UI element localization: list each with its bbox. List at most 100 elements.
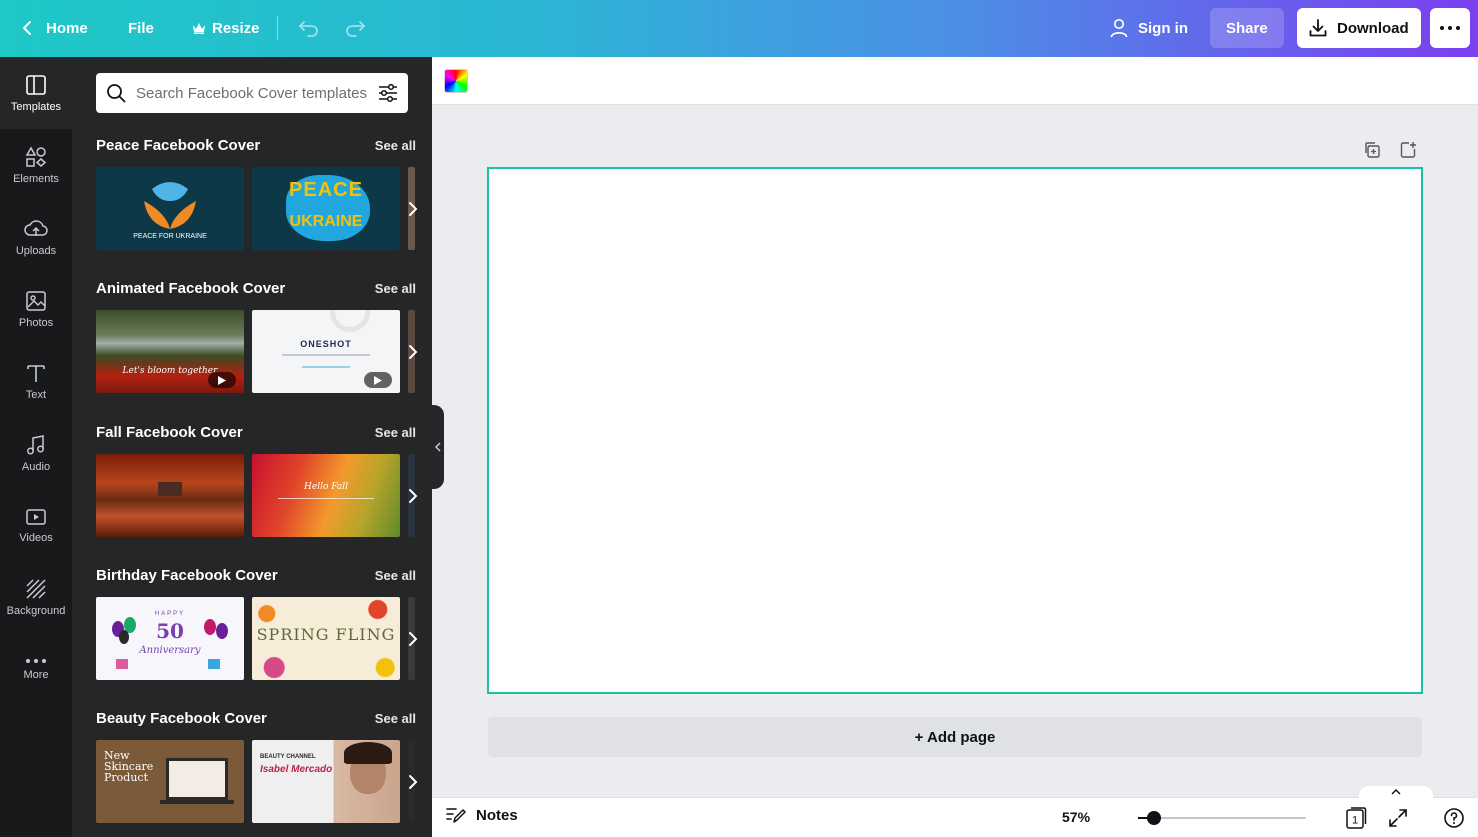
home-label: Home [46, 19, 88, 37]
rail-label: Audio [21, 460, 51, 473]
rail-item-elements[interactable]: Elements [0, 129, 72, 201]
rail-item-videos[interactable]: Videos [0, 489, 72, 561]
videos-icon [26, 508, 46, 525]
template-thumbnail[interactable]: Hello Fall [252, 454, 400, 537]
template-thumbnail[interactable] [96, 454, 244, 537]
chevron-up-icon [1391, 789, 1401, 795]
see-all-link[interactable]: See all [375, 568, 416, 583]
thumbnail-caption: UKRAINE [289, 213, 363, 230]
carousel-next-button[interactable] [401, 192, 425, 226]
see-all-link[interactable]: See all [375, 281, 416, 296]
rail-item-uploads[interactable]: Uploads [0, 201, 72, 273]
zoom-slider[interactable] [1138, 811, 1306, 825]
ellipsis-icon [1440, 26, 1460, 30]
add-page-button[interactable]: + Add page [488, 717, 1422, 757]
template-thumbnail[interactable]: ONESHOT [252, 310, 400, 393]
video-play-badge [364, 372, 392, 388]
see-all-link[interactable]: See all [375, 425, 416, 440]
resize-button[interactable]: Resize [182, 8, 270, 48]
redo-icon [346, 21, 365, 37]
design-canvas[interactable] [487, 167, 1423, 694]
laptop-shape [166, 758, 228, 800]
bottom-bar: Notes 57% 1 [432, 786, 1478, 837]
thumbnail-caption: Hello Fall [304, 482, 348, 492]
zoom-percentage[interactable]: 57% [1062, 809, 1090, 825]
share-button[interactable]: Share [1210, 8, 1284, 48]
thumbnail-caption: Isabel Mercado [260, 764, 333, 775]
template-thumbnail[interactable]: PEACE FOR UKRAINE [96, 167, 244, 250]
help-button[interactable] [1442, 806, 1466, 835]
chevron-right-icon [409, 775, 418, 789]
resize-label: Resize [212, 19, 260, 37]
template-thumbnail[interactable]: Let's bloom together [96, 310, 244, 393]
filter-icon[interactable] [378, 84, 398, 102]
more-options-button[interactable] [1430, 8, 1470, 48]
page-count-button[interactable]: 1 [1344, 806, 1368, 835]
crown-icon [193, 23, 205, 34]
carousel-next-button[interactable] [401, 622, 425, 656]
download-button[interactable]: Download [1297, 8, 1421, 48]
add-page-label: + Add page [914, 728, 996, 746]
redo-button[interactable] [334, 8, 376, 48]
carousel-next-button[interactable] [401, 765, 425, 799]
section-title: Peace Facebook Cover [96, 136, 261, 154]
rail-item-photos[interactable]: Photos [0, 273, 72, 345]
rail-item-background[interactable]: Background [0, 561, 72, 633]
file-menu-button[interactable]: File [118, 8, 164, 48]
carousel-next-button[interactable] [401, 479, 425, 513]
template-thumbnail[interactable]: BEAUTY CHANNEL Isabel Mercado [252, 740, 400, 823]
background-icon [26, 578, 46, 599]
fullscreen-button[interactable] [1386, 806, 1410, 835]
template-section-beauty: Beauty Facebook Cover See all New Skinca… [96, 708, 418, 823]
fullscreen-icon [1389, 809, 1407, 827]
rail-item-text[interactable]: Text [0, 345, 72, 417]
see-all-link[interactable]: See all [375, 711, 416, 726]
chevron-right-icon [409, 489, 418, 503]
section-title: Birthday Facebook Cover [96, 566, 278, 584]
notes-button[interactable]: Notes [446, 806, 518, 824]
show-pages-button[interactable] [1359, 786, 1433, 798]
zoom-slider-handle[interactable] [1147, 811, 1161, 825]
home-button[interactable]: Home [12, 8, 98, 48]
thumbnail-caption: SPRING FLING [256, 625, 396, 644]
toolbar-divider [277, 16, 278, 40]
thumbnail-caption: PEACE FOR UKRAINE [133, 233, 207, 240]
section-title: Fall Facebook Cover [96, 423, 243, 441]
rail-label: More [23, 668, 49, 681]
rail-label: Text [25, 388, 47, 401]
template-section-peace: Peace Facebook Cover See all PEACE FOR U… [96, 135, 418, 250]
template-search-input[interactable] [136, 84, 378, 102]
sign-in-button[interactable]: Sign in [1100, 8, 1198, 48]
rail-item-more[interactable]: More [0, 633, 72, 705]
template-thumbnail[interactable]: SPRING FLING [252, 597, 400, 680]
template-section-birthday: Birthday Facebook Cover See all HAPPY 50… [96, 565, 418, 680]
text-icon [27, 364, 45, 382]
rail-item-audio[interactable]: Audio [0, 417, 72, 489]
template-thumbnail[interactable]: HAPPY 50 Anniversary [96, 597, 244, 680]
video-play-badge [208, 372, 236, 388]
pages-icon: 1 [1346, 807, 1367, 829]
thumbnail-caption: ONESHOT [300, 339, 352, 349]
notes-label: Notes [476, 806, 518, 824]
download-label: Download [1337, 19, 1409, 37]
see-all-link[interactable]: See all [375, 138, 416, 153]
template-search-box[interactable] [96, 73, 408, 113]
undo-button[interactable] [288, 8, 330, 48]
add-page-icon-button[interactable] [1396, 138, 1420, 162]
color-picker-button[interactable] [444, 69, 468, 93]
template-section-fall: Fall Facebook Cover See all Hello Fall [96, 422, 418, 537]
chevron-left-icon [435, 442, 441, 452]
collapse-panel-button[interactable] [432, 405, 444, 489]
rail-item-templates[interactable]: Templates [0, 57, 72, 129]
carousel-next-button[interactable] [401, 335, 425, 369]
template-thumbnail[interactable]: New Skincare Product [96, 740, 244, 823]
context-toolbar [432, 57, 1478, 105]
rail-label: Background [6, 604, 66, 617]
duplicate-page-button[interactable] [1360, 138, 1384, 162]
play-icon [218, 375, 226, 385]
portrait-hair [344, 742, 392, 764]
template-thumbnail[interactable]: PEACE UKRAINE [252, 167, 400, 250]
rail-label: Videos [19, 531, 53, 544]
section-title: Beauty Facebook Cover [96, 709, 267, 727]
user-icon [1110, 18, 1128, 38]
